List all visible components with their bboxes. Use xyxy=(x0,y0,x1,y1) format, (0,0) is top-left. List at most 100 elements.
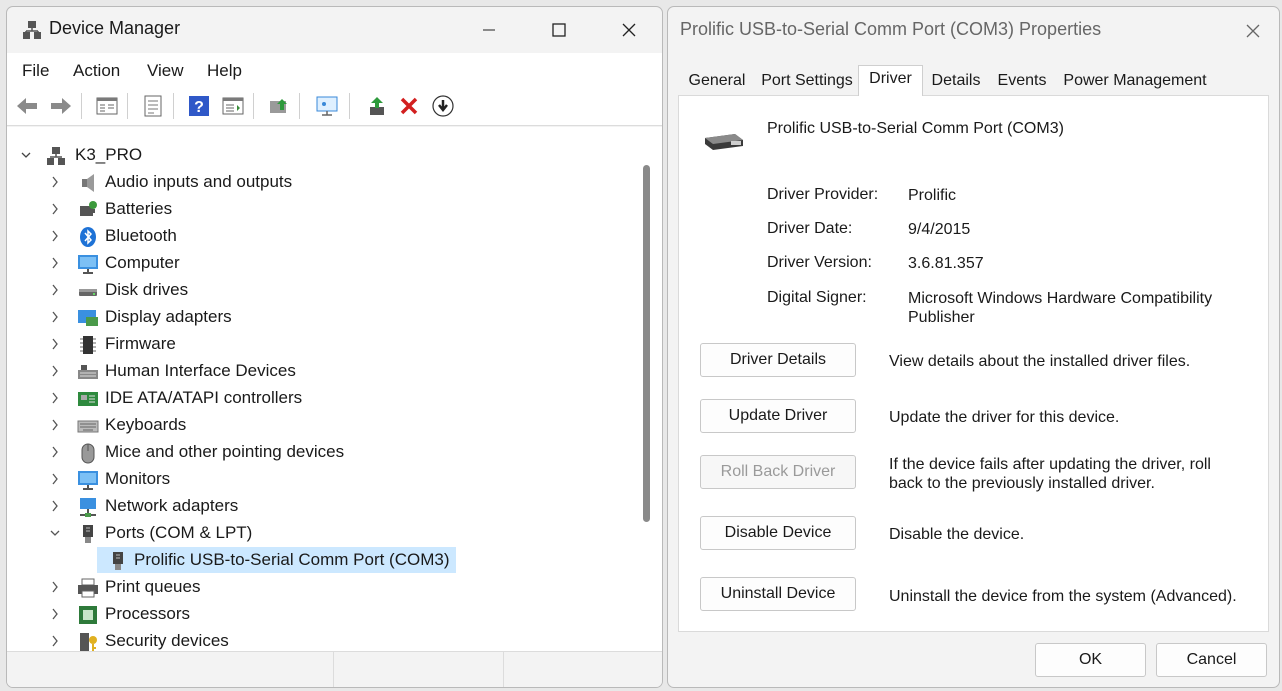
keyboard-icon xyxy=(77,415,99,437)
chevron-right-icon[interactable] xyxy=(48,606,62,622)
ok-button[interactable]: OK xyxy=(1035,643,1146,677)
bluetooth-icon xyxy=(77,226,99,248)
chevron-down-icon[interactable] xyxy=(19,147,33,163)
roll-back-driver-button[interactable]: Roll Back Driver xyxy=(700,455,856,489)
tab-details[interactable]: Details xyxy=(923,68,989,94)
tree-category-item[interactable]: Computer xyxy=(7,250,635,276)
tree-category-item[interactable]: Mice and other pointing devices xyxy=(7,439,635,465)
uninstall-device-button[interactable]: Uninstall Device xyxy=(700,577,856,611)
digital-signer-value: Microsoft Windows Hardware Compatibility… xyxy=(908,290,1213,326)
update-driver-icon[interactable] xyxy=(363,92,391,120)
tree-category-item[interactable]: Display adapters xyxy=(7,304,635,330)
tab-general[interactable]: General xyxy=(678,68,756,94)
dialog-close-button[interactable] xyxy=(1235,15,1271,47)
ide-controller-icon xyxy=(77,388,99,410)
chevron-right-icon[interactable] xyxy=(48,282,62,298)
tab-driver[interactable]: Driver xyxy=(858,65,923,96)
help-icon[interactable]: ? xyxy=(185,92,213,120)
vertical-scrollbar[interactable] xyxy=(635,127,662,651)
tree-category-item[interactable]: IDE ATA/ATAPI controllers xyxy=(7,385,635,411)
uninstall-device-icon[interactable] xyxy=(395,92,423,120)
tree-category-item[interactable]: Network adapters xyxy=(7,493,635,519)
tree-category-item[interactable]: Disk drives xyxy=(7,277,635,303)
driver-date-label: Driver Date: xyxy=(767,220,853,237)
action-pane-icon[interactable] xyxy=(219,92,247,120)
tree-item-label: Firmware xyxy=(105,334,176,353)
tree-category-item[interactable]: Keyboards xyxy=(7,412,635,438)
tree-category-item[interactable]: Processors xyxy=(7,601,635,627)
tree-item-label: Mice and other pointing devices xyxy=(105,442,345,461)
tab-events[interactable]: Events xyxy=(989,68,1055,94)
properties-icon[interactable] xyxy=(139,92,167,120)
chevron-right-icon[interactable] xyxy=(48,444,62,460)
menu-view[interactable]: View xyxy=(147,61,184,81)
tree-category-item[interactable]: Firmware xyxy=(7,331,635,357)
tree-item-label: Audio inputs and outputs xyxy=(105,172,293,191)
driver-details-button[interactable]: Driver Details xyxy=(700,343,856,377)
add-legacy-hardware-icon[interactable] xyxy=(313,92,341,120)
battery-icon xyxy=(77,199,99,221)
speaker-icon xyxy=(77,172,99,194)
device-manager-window: Device Manager File Action View Help ? K… xyxy=(6,6,663,688)
forward-icon[interactable] xyxy=(47,92,75,120)
tab-power-management[interactable]: Power Management xyxy=(1055,68,1215,94)
tree-item-label: Keyboards xyxy=(105,415,187,434)
tree-category-item[interactable]: Print queues xyxy=(7,574,635,600)
scan-hardware-icon[interactable] xyxy=(265,92,293,120)
maximize-button[interactable] xyxy=(524,7,594,53)
tree-category-item[interactable]: Audio inputs and outputs xyxy=(7,169,635,195)
tree-root-label: K3_PRO xyxy=(75,145,143,164)
minimize-button[interactable] xyxy=(454,7,524,53)
chevron-right-icon[interactable] xyxy=(48,363,62,379)
tree-category-item[interactable]: Bluetooth xyxy=(7,223,635,249)
chevron-right-icon[interactable] xyxy=(48,498,62,514)
tree-item-label: Display adapters xyxy=(105,307,232,326)
digital-signer-label: Digital Signer: xyxy=(767,289,867,306)
tree-root[interactable]: K3_PRO xyxy=(7,142,635,168)
scrollbar-thumb[interactable] xyxy=(643,165,650,522)
chevron-right-icon[interactable] xyxy=(48,201,62,217)
window-title: Device Manager xyxy=(49,18,181,38)
chevron-right-icon[interactable] xyxy=(48,309,62,325)
menu-action[interactable]: Action xyxy=(73,61,120,81)
tab-port-settings[interactable]: Port Settings xyxy=(756,68,858,94)
tree-category-item[interactable]: Human Interface Devices xyxy=(7,358,635,384)
chevron-right-icon[interactable] xyxy=(48,255,62,271)
show-hide-console-tree-icon[interactable] xyxy=(93,92,121,120)
title-bar[interactable]: Device Manager xyxy=(7,7,662,53)
update-driver-button[interactable]: Update Driver xyxy=(700,399,856,433)
close-button[interactable] xyxy=(594,7,662,53)
menu-help[interactable]: Help xyxy=(207,61,242,81)
back-icon[interactable] xyxy=(13,92,41,120)
tree-category-item[interactable]: Batteries xyxy=(7,196,635,222)
chevron-right-icon[interactable] xyxy=(48,579,62,595)
disable-device-icon[interactable] xyxy=(429,92,457,120)
chevron-right-icon[interactable] xyxy=(48,336,62,352)
dialog-title: Prolific USB-to-Serial Comm Port (COM3) … xyxy=(680,19,1102,39)
cancel-button[interactable]: Cancel xyxy=(1156,643,1267,677)
chevron-right-icon[interactable] xyxy=(48,417,62,433)
monitor-icon xyxy=(77,469,99,491)
tree-category-item[interactable]: Ports (COM & LPT) xyxy=(7,520,635,546)
menu-file[interactable]: File xyxy=(22,61,49,81)
tree-item-label: Processors xyxy=(105,604,191,623)
printer-icon xyxy=(77,577,99,599)
tree-category-item[interactable]: Security devices xyxy=(7,628,635,651)
tree-item-label: Human Interface Devices xyxy=(105,361,296,380)
chevron-right-icon[interactable] xyxy=(48,174,62,190)
device-tree: K3_PRO Audio inputs and outputs Batteries… xyxy=(7,127,635,651)
chevron-right-icon[interactable] xyxy=(48,471,62,487)
chevron-down-icon[interactable] xyxy=(48,525,62,541)
tree-item-label: IDE ATA/ATAPI controllers xyxy=(105,388,303,407)
port-icon xyxy=(77,523,99,545)
tree-device-item[interactable]: Prolific USB-to-Serial Comm Port (COM3) xyxy=(7,547,635,573)
chevron-right-icon[interactable] xyxy=(48,228,62,244)
tree-category-item[interactable]: Monitors xyxy=(7,466,635,492)
chevron-right-icon[interactable] xyxy=(48,390,62,406)
chevron-right-icon[interactable] xyxy=(48,633,62,649)
tree-item-label: Security devices xyxy=(105,631,229,650)
disable-device-button[interactable]: Disable Device xyxy=(700,516,856,550)
serial-port-icon xyxy=(701,130,747,161)
driver-version-label: Driver Version: xyxy=(767,254,872,271)
tree-item-label: Bluetooth xyxy=(105,226,177,245)
